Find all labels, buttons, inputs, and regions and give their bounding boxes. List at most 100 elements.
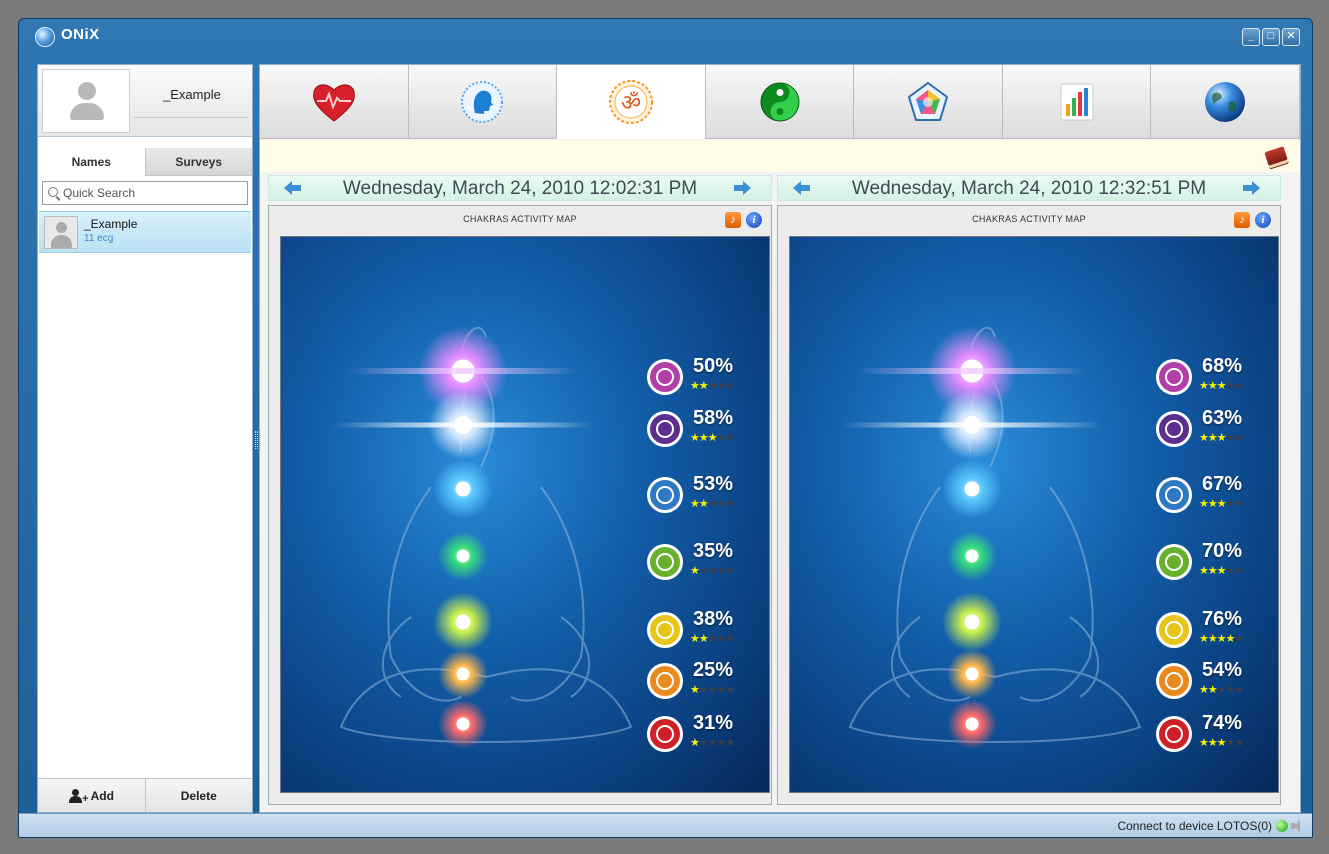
- connection-status: Connect to device LOTOS(0): [1117, 819, 1272, 833]
- meditating-silhouette: [848, 326, 1142, 743]
- info-icon[interactable]: i: [746, 212, 762, 228]
- list-item-name: _Example: [84, 217, 138, 231]
- chakra-stars: ★★★★★: [690, 737, 735, 749]
- list-item-avatar: [44, 216, 78, 249]
- third-eye-flare: [842, 422, 1102, 428]
- chakra-panel: CHAKRAS ACTIVITY MAP ♪ i 50% ★★★★★ 58% ★★★★…: [268, 205, 772, 805]
- tab-pentagon[interactable]: [854, 65, 1003, 139]
- chakra-symbol-ring: [1165, 672, 1183, 690]
- chakra-symbol-icon: [647, 477, 683, 513]
- next-arrow-icon[interactable]: [1240, 180, 1262, 196]
- om-icon: ॐ: [608, 79, 654, 125]
- chakra-glow: [438, 699, 488, 749]
- chakra-symbol-icon: [1156, 663, 1192, 699]
- chakra-stars: ★★★★★: [1199, 737, 1244, 749]
- chakra-percent: 58%: [693, 407, 734, 429]
- tab-globe[interactable]: [1151, 65, 1301, 139]
- date-text: Wednesday, March 24, 2010 12:32:51 PM: [851, 178, 1207, 199]
- book-icon[interactable]: [1264, 146, 1288, 166]
- chakra-stars: ★★★★★: [1199, 633, 1244, 645]
- info-icon[interactable]: i: [1255, 212, 1271, 228]
- tab-surveys[interactable]: Surveys: [144, 148, 252, 176]
- chakra-symbol-ring: [656, 672, 674, 690]
- user-add-icon: +: [68, 788, 89, 804]
- panel-title: CHAKRAS ACTIVITY MAP: [972, 214, 1086, 224]
- main-panel: ॐ Wednesday, March 24, 2010 12:02:31 PM …: [259, 64, 1301, 813]
- chakra-row: 54% ★★★★★: [1156, 659, 1276, 701]
- close-button[interactable]: ✕: [1282, 28, 1300, 46]
- splitter-handle[interactable]: [255, 431, 258, 449]
- tab-yin-yang[interactable]: [705, 65, 855, 139]
- app-window: ONiX _ □ ✕ _Example Names Surveys Quick …: [18, 18, 1313, 838]
- next-arrow-icon[interactable]: [731, 180, 753, 196]
- speaker-icon[interactable]: [1291, 820, 1304, 832]
- tab-head[interactable]: [408, 65, 558, 139]
- add-button-label: Add: [90, 788, 114, 803]
- delete-button[interactable]: Delete: [144, 779, 253, 812]
- chakra-percent: 68%: [1202, 355, 1243, 377]
- list-item-subtitle: 11 ecg: [84, 233, 114, 244]
- chakra-percent: 50%: [693, 355, 734, 377]
- left-footer: + Add Delete: [38, 778, 252, 812]
- chakra-symbol-icon: [1156, 411, 1192, 447]
- chakra-glow: [433, 592, 493, 652]
- chakra-row: 63% ★★★★★: [1156, 407, 1276, 449]
- meditating-silhouette: [339, 326, 633, 743]
- yin-yang-icon: [757, 79, 803, 125]
- chakra-stars: ★★★★★: [1199, 498, 1244, 510]
- crown-flare: [857, 368, 1087, 374]
- chakra-symbol-ring: [656, 553, 674, 571]
- avatar-head-icon: [78, 82, 96, 100]
- avatar[interactable]: [42, 69, 130, 133]
- chakra-symbol-ring: [656, 621, 674, 639]
- chakra-glow: [942, 459, 1002, 519]
- chakra-symbol-ring: [656, 725, 674, 743]
- left-panel: _Example Names Surveys _Example 11 ecg: [37, 64, 253, 813]
- bar-chart-icon: [1054, 79, 1100, 125]
- tab-heart[interactable]: [260, 65, 409, 139]
- search-input[interactable]: [63, 184, 243, 202]
- window-controls: _ □ ✕: [1242, 28, 1300, 46]
- panel-title: CHAKRAS ACTIVITY MAP: [463, 214, 577, 224]
- chakra-symbol-ring: [1165, 621, 1183, 639]
- chakra-row: 67% ★★★★★: [1156, 473, 1276, 515]
- chakra-symbol-ring: [1165, 368, 1183, 386]
- profile-divider: [134, 117, 248, 118]
- prev-arrow-icon[interactable]: [283, 180, 305, 196]
- chakra-stars: ★★★★★: [690, 633, 735, 645]
- chakra-stars: ★★★★★: [690, 684, 735, 696]
- chakra-percent: 67%: [1202, 473, 1243, 495]
- avatar-body-icon: [70, 103, 104, 120]
- chakra-symbol-ring: [1165, 486, 1183, 504]
- head-profile-icon: [459, 79, 505, 125]
- maximize-button[interactable]: □: [1262, 28, 1280, 46]
- chakra-percent: 70%: [1202, 540, 1243, 562]
- prev-arrow-icon[interactable]: [792, 180, 814, 196]
- chakra-glow: [438, 649, 488, 699]
- music-note-icon[interactable]: ♪: [725, 212, 741, 228]
- chakra-symbol-icon: [647, 612, 683, 648]
- music-note-icon[interactable]: ♪: [1234, 212, 1250, 228]
- tab-chakras[interactable]: ॐ: [557, 65, 706, 139]
- chakra-glow: [433, 459, 493, 519]
- third-eye-flare: [333, 422, 593, 428]
- tab-statistics[interactable]: [1002, 65, 1152, 139]
- chakra-stars: ★★★★★: [690, 498, 735, 510]
- title-bar[interactable]: ONiX _ □ ✕: [19, 19, 1312, 53]
- profile-name: _Example: [163, 87, 221, 102]
- chakra-stars: ★★★★★: [1199, 684, 1244, 696]
- search-box: [42, 181, 248, 205]
- minimize-button[interactable]: _: [1242, 28, 1260, 46]
- user-body-icon: [51, 235, 72, 248]
- search-icon: [48, 187, 58, 197]
- tab-names[interactable]: Names: [38, 148, 145, 176]
- chakra-row: 35% ★★★★★: [647, 540, 767, 582]
- info-bar: [260, 140, 1300, 172]
- add-button[interactable]: + Add: [38, 779, 145, 812]
- list-item[interactable]: _Example 11 ecg: [39, 211, 251, 253]
- chakra-symbol-icon: [1156, 359, 1192, 395]
- delete-button-label: Delete: [180, 788, 217, 803]
- date-navigator-left: Wednesday, March 24, 2010 12:02:31 PM: [268, 175, 772, 201]
- chakra-percent: 63%: [1202, 407, 1243, 429]
- profile-card[interactable]: _Example: [38, 65, 252, 137]
